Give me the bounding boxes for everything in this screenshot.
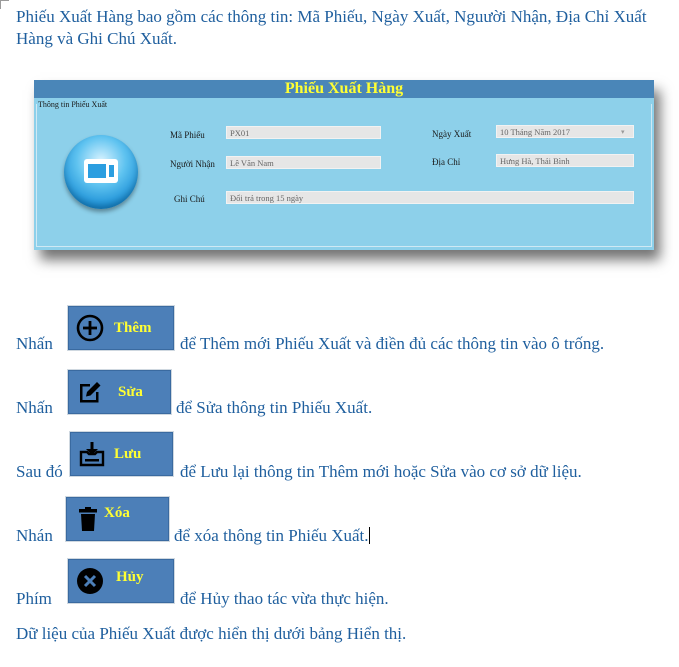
ghi-chu-field[interactable]: Đổi trả trong 15 ngày [226,191,634,204]
microwave-logo-icon [64,135,138,209]
luu-button-label: Lưu [114,446,142,462]
instruction-text: để Hủy thao tác vừa thực hiện. [180,589,389,608]
instruction-prefix: Nhấn [16,398,53,417]
ma-phieu-field[interactable]: PX01 [226,126,381,139]
luu-button[interactable]: Lưu [69,431,174,477]
nguoi-nhan-label: Người Nhận [170,159,215,169]
huy-button-label: Hủy [116,569,144,585]
instruction-prefix: Phím [16,589,52,608]
date-dropdown-icon[interactable]: ▾ [621,128,631,136]
instruction-text: để Sửa thông tin Phiếu Xuất. [176,398,373,417]
instruction-text: để Lưu lại thông tin Thêm mới hoặc Sửa v… [180,462,582,481]
instruction-prefix: Sau đó [16,462,63,481]
edit-icon [80,382,101,403]
ghi-chu-label: Ghi Chú [174,194,205,204]
ngay-xuat-value: 10 Tháng Năm 2017 [500,127,570,137]
them-button[interactable]: Thêm [67,305,175,351]
intro-paragraph: Phiếu Xuất Hàng bao gồm các thông tin: M… [16,7,647,48]
instruction-text: để Thêm mới Phiếu Xuất và điền đủ các th… [180,334,605,353]
footer-paragraph: Dữ liệu của Phiếu Xuất được hiển thị dướ… [16,624,407,643]
save-download-icon [79,442,105,467]
trash-icon [79,507,97,531]
paragraph-mark [0,0,9,9]
form-screenshot: Phiếu Xuất Hàng Thông tin Phiếu Xuất Mã … [34,80,654,250]
them-button-label: Thêm [114,320,152,336]
text-cursor [368,527,370,544]
plus-circle-icon [76,314,104,342]
instruction-text-content: để xóa thông tin Phiếu Xuất. [174,526,369,545]
group-label: Thông tin Phiếu Xuất [38,100,108,109]
huy-button[interactable]: Hủy [67,558,175,604]
nguoi-nhan-field[interactable]: Lê Văn Nam [226,156,381,169]
ma-phieu-label: Mã Phiếu [170,130,205,140]
form-title: Phiếu Xuất Hàng [34,80,654,98]
cancel-x-icon [77,568,103,594]
instruction-prefix: Nhán [16,526,53,545]
sua-button[interactable]: Sửa [67,369,172,415]
xoa-button-label: Xóa [104,505,130,521]
dia-chi-label: Địa Chỉ [432,157,461,167]
instruction-prefix: Nhấn [16,334,53,353]
dia-chi-field[interactable]: Hưng Hà, Thái Bình [496,154,634,167]
xoa-button[interactable]: Xóa [65,496,170,542]
ngay-xuat-label: Ngày Xuất [432,129,472,139]
ngay-xuat-picker[interactable]: 10 Tháng Năm 2017 ▾ [496,125,634,138]
instruction-text: để xóa thông tin Phiếu Xuất. [174,526,370,546]
sua-button-label: Sửa [118,384,143,400]
